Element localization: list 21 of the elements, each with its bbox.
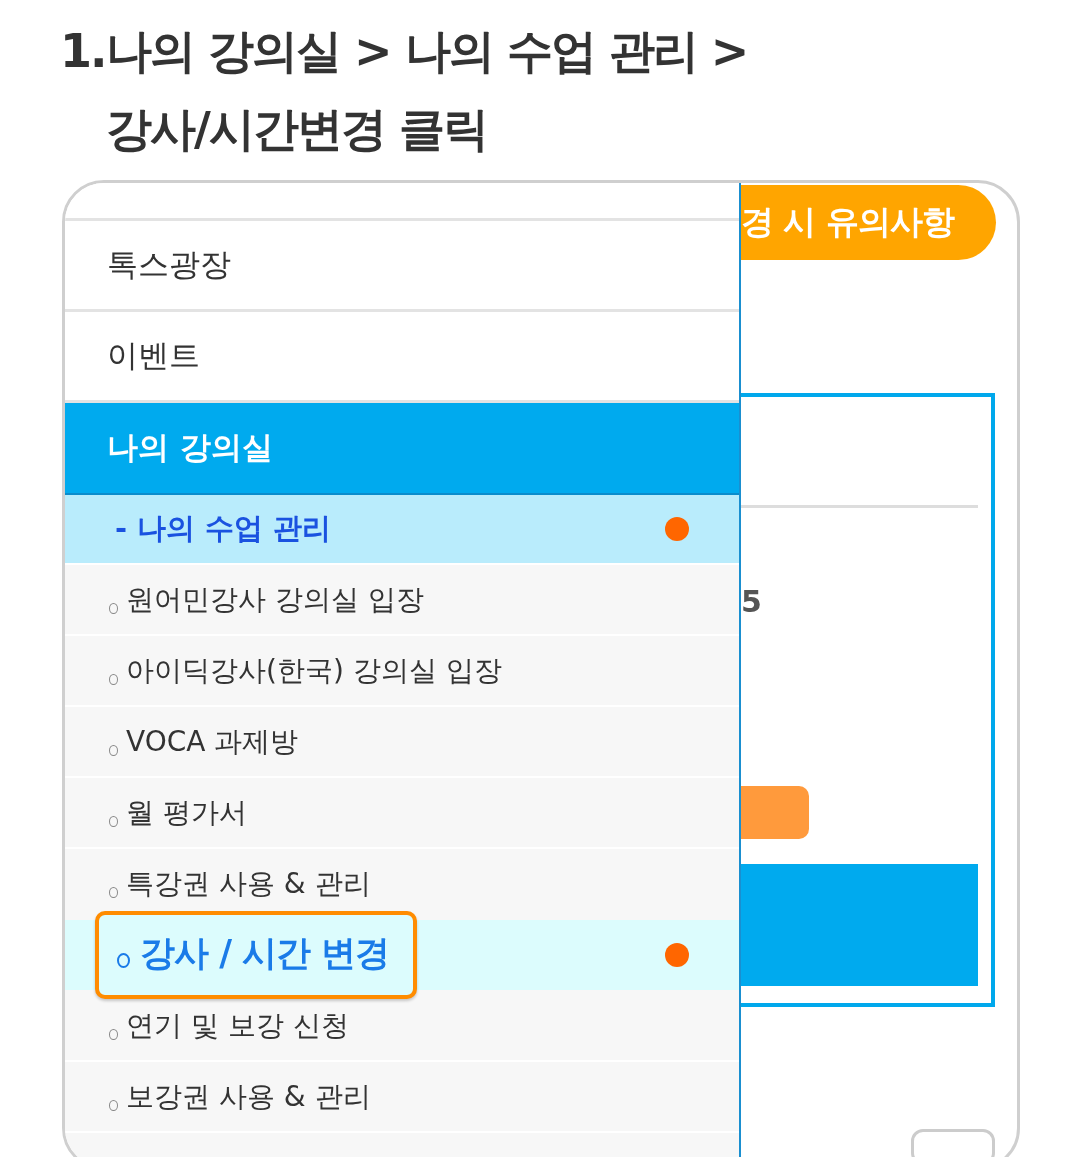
submenu-label: 연기 및 보강 신청 — [126, 1007, 349, 1044]
submenu-label: 월 평가서 — [126, 794, 247, 831]
submenu-label: VOCA 과제방 — [126, 723, 299, 760]
submit-button[interactable] — [741, 864, 978, 986]
indicator-dot — [665, 943, 689, 967]
submenu-item[interactable]: 강사 / 시간 변경 — [65, 910, 739, 1000]
heading-text: 나의 강의실 > 나의 수업 관리 > — [106, 23, 748, 80]
submenu-label: 원어민강사 강의실 입장 — [126, 581, 424, 618]
heading-text: 강사/시간변경 클릭 — [106, 101, 488, 158]
submenu-label: 강사 / 시간 변경 — [140, 931, 390, 975]
indicator-dot — [665, 517, 689, 541]
action-button[interactable] — [741, 786, 809, 839]
value-text: 5 — [741, 583, 763, 621]
submenu-label: 특강권 사용 & 관리 — [126, 865, 371, 902]
menu-item[interactable]: 이벤트 — [65, 312, 739, 403]
bullet-icon — [117, 952, 130, 968]
menu-group[interactable]: - 나의 수업 관리 — [65, 495, 739, 565]
submenu-label: 아이딕강사(한국) 강의실 입장 — [126, 652, 502, 689]
submenu-label: 보강권 사용 & 관리 — [126, 1078, 371, 1115]
step-number: 1. — [60, 23, 106, 80]
menu-item[interactable]: 톡스광장 — [65, 221, 739, 312]
